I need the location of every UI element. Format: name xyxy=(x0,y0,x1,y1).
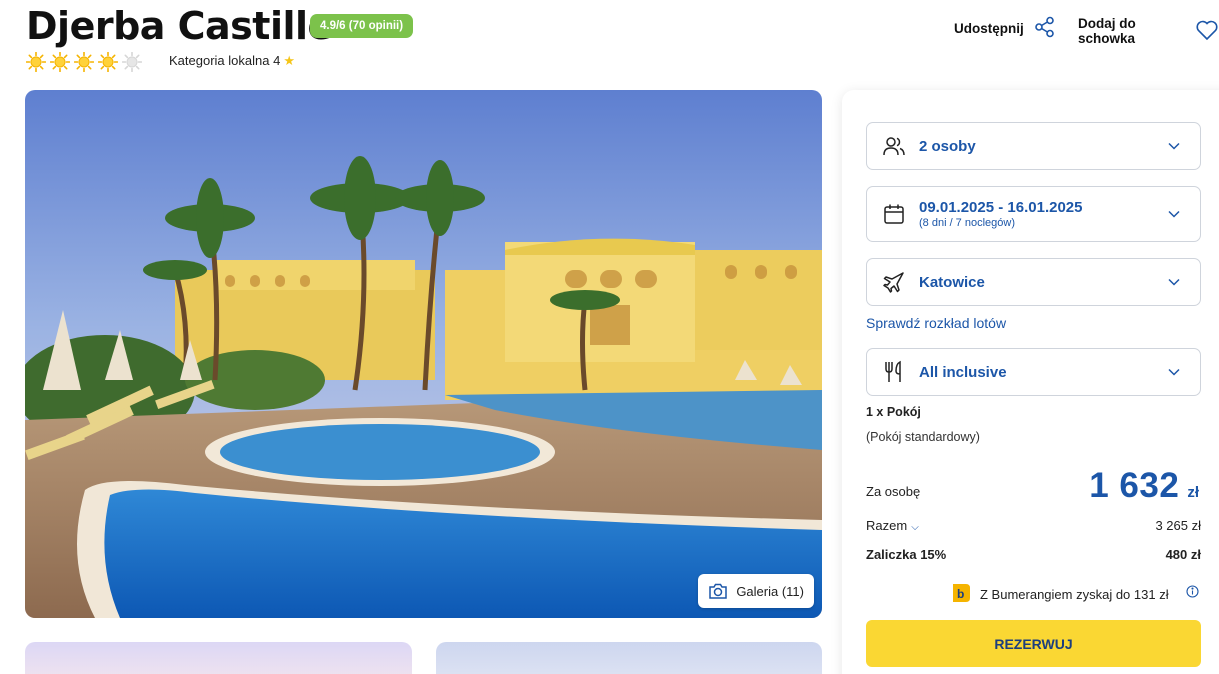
deposit-label: Zaliczka 15% xyxy=(866,547,947,562)
sun-icon xyxy=(74,52,94,72)
book-button[interactable]: REZERWUJ xyxy=(866,620,1201,667)
persons-select[interactable]: 2 osoby xyxy=(866,122,1201,170)
cutlery-icon xyxy=(881,359,907,385)
gallery-label: Galeria (11) xyxy=(736,583,804,599)
sun-icon xyxy=(50,52,70,72)
sun-icon xyxy=(122,52,142,72)
total-row[interactable]: Razem ⌵ 3 265 zł xyxy=(866,518,1201,533)
total-value: 3 265 zł xyxy=(1155,518,1201,533)
share-button[interactable]: Udostępnij xyxy=(954,16,1056,41)
board-value: All inclusive xyxy=(919,363,1007,381)
sun-icon xyxy=(26,52,46,72)
chevron-down-icon xyxy=(1168,137,1182,155)
sun-rating xyxy=(26,52,142,72)
category-label: Kategoria lokalna xyxy=(169,53,270,68)
camera-icon xyxy=(708,582,728,600)
svg-text:b: b xyxy=(957,587,964,601)
share-label: Udostępnij xyxy=(954,21,1024,36)
departure-value: Katowice xyxy=(919,273,985,291)
room-type: (Pokój standardowy) xyxy=(866,430,980,444)
price-currency: zł xyxy=(1187,484,1199,501)
dates-duration: (8 dni / 7 noclegów) xyxy=(919,217,1015,229)
info-icon[interactable] xyxy=(1186,585,1199,603)
share-icon xyxy=(1034,16,1056,41)
dates-select[interactable]: 09.01.2025 - 16.01.2025 (8 dni / 7 nocle… xyxy=(866,186,1201,242)
calendar-icon xyxy=(881,201,907,227)
persons-value: 2 osoby xyxy=(919,137,976,155)
star-icon: ★ xyxy=(283,53,295,68)
deposit-value: 480 zł xyxy=(1165,547,1201,562)
bumerang-promo: b Z Bumerangiem zyskaj do 131 zł xyxy=(950,582,1169,607)
photo-thumbnail[interactable] xyxy=(436,642,822,674)
dates-value: 09.01.2025 - 16.01.2025 xyxy=(919,199,1083,216)
board-select[interactable]: All inclusive xyxy=(866,348,1201,396)
deposit-row: Zaliczka 15% 480 zł xyxy=(866,547,1201,562)
per-person-price: 1 632 zł xyxy=(1089,466,1199,506)
flight-schedule-link[interactable]: Sprawdź rozkład lotów xyxy=(866,315,1006,331)
chevron-down-icon xyxy=(1168,273,1182,291)
rating-badge[interactable]: 4.9/6 (70 opinii) xyxy=(310,14,414,38)
per-person-label: Za osobę xyxy=(866,484,921,499)
local-category: Kategoria lokalna 4 ★ xyxy=(169,53,295,69)
favorite-button[interactable]: Dodaj do schowka xyxy=(1078,16,1219,46)
bumerang-logo-icon: b xyxy=(950,582,972,607)
people-icon xyxy=(881,133,907,159)
departure-select[interactable]: Katowice xyxy=(866,258,1201,306)
chevron-down-icon xyxy=(1168,205,1182,223)
total-label: Razem xyxy=(866,518,908,533)
price-amount: 1 632 xyxy=(1089,466,1180,505)
photo-thumbnail[interactable] xyxy=(25,642,412,674)
gallery-button[interactable]: Galeria (11) xyxy=(698,574,814,608)
hotel-main-photo[interactable]: Galeria (11) xyxy=(25,90,822,618)
room-count: 1 x Pokój xyxy=(866,405,921,419)
favorite-label: Dodaj do schowka xyxy=(1078,16,1136,46)
chevron-down-icon xyxy=(1168,363,1182,381)
bumerang-text: Z Bumerangiem zyskaj do 131 zł xyxy=(980,587,1169,602)
sun-icon xyxy=(98,52,118,72)
category-value: 4 xyxy=(273,53,281,68)
heart-icon xyxy=(1195,19,1219,44)
airplane-icon xyxy=(881,269,907,295)
hotel-title: Djerba Castille xyxy=(26,4,333,48)
chevron-down-icon: ⌵ xyxy=(911,522,919,533)
